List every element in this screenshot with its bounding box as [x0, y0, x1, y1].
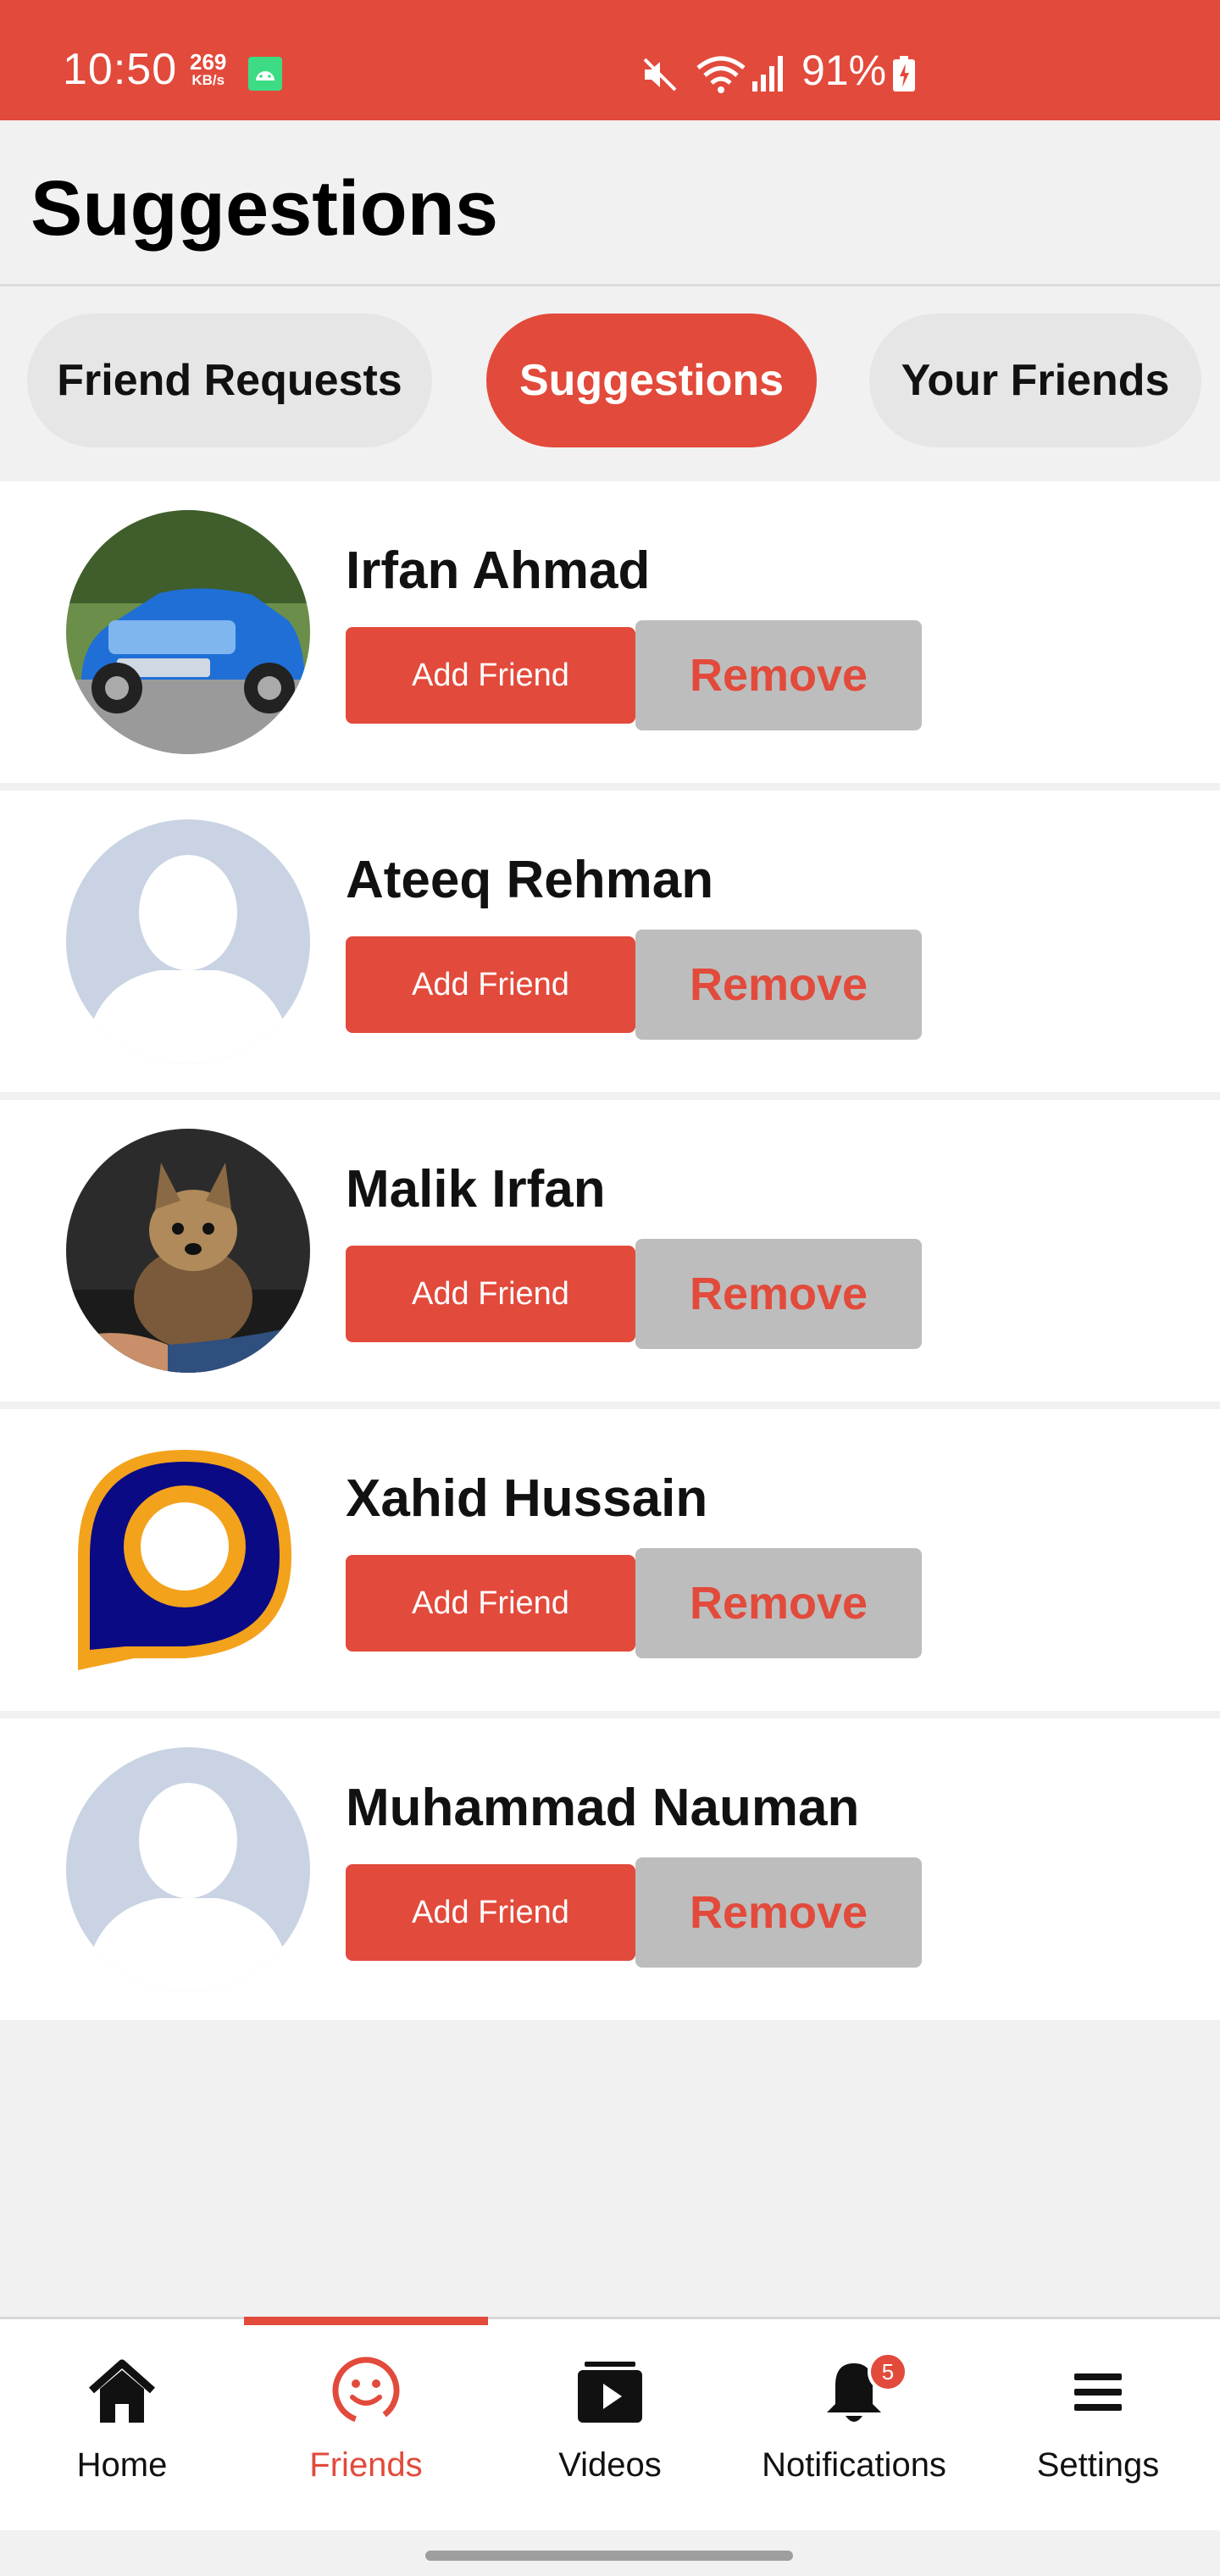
nav-home-label: Home — [76, 2446, 168, 2484]
notification-count-badge: 5 — [868, 2351, 908, 2392]
suggestion-name: Muhammad Nauman — [346, 1779, 860, 1837]
suggestion-card: Malik Irfan Add Friend Remove — [0, 1100, 1220, 1402]
remove-button[interactable]: Remove — [635, 620, 922, 730]
suggestion-card: Ateeq Rehman Add Friend Remove — [0, 791, 1220, 1092]
suggestion-card: Irfan Ahmad Add Friend Remove — [0, 481, 1220, 783]
nav-settings[interactable]: Settings — [976, 2319, 1220, 2533]
network-speed-unit: KB/s — [191, 72, 225, 88]
avatar[interactable] — [66, 819, 310, 1063]
remove-button[interactable]: Remove — [635, 1548, 922, 1658]
home-icon — [89, 2359, 155, 2423]
nav-notifications-label: Notifications — [762, 2446, 946, 2484]
car-photo-image — [66, 510, 310, 754]
suggestion-card: Muhammad Nauman Add Friend Remove — [0, 1718, 1220, 2020]
bottom-navigation: Home Friends Videos 5 Notifications Sett… — [0, 2317, 1220, 2530]
videos-icon — [578, 2362, 642, 2423]
add-friend-button[interactable]: Add Friend — [346, 1864, 635, 1961]
tab-friend-requests[interactable]: Friend Requests — [27, 314, 432, 447]
nav-notifications[interactable]: 5 Notifications — [732, 2319, 976, 2533]
battery-charging-icon — [893, 56, 915, 92]
network-speed-value: 269 — [190, 49, 227, 75]
remove-button[interactable]: Remove — [635, 1239, 922, 1349]
page-title: Suggestions — [30, 165, 499, 252]
suggestion-name: Xahid Hussain — [346, 1469, 708, 1528]
nav-videos[interactable]: Videos — [488, 2319, 732, 2533]
default-person-icon — [66, 819, 310, 1063]
avatar[interactable] — [66, 510, 310, 754]
add-friend-button[interactable]: Add Friend — [346, 1555, 635, 1652]
avatar[interactable] — [66, 1747, 310, 1991]
friends-icon — [332, 2357, 400, 2424]
status-time: 10:50 — [63, 45, 178, 94]
remove-button[interactable]: Remove — [635, 1857, 922, 1968]
tab-suggestions[interactable]: Suggestions — [486, 314, 817, 447]
system-gesture-bar — [0, 2530, 1220, 2576]
remove-button[interactable]: Remove — [635, 930, 922, 1040]
friend-tabs: Friend Requests Suggestions Your Friends — [0, 288, 1220, 480]
add-friend-button[interactable]: Add Friend — [346, 1246, 635, 1342]
battery-percent: 91% — [801, 47, 887, 94]
suggestion-card: Xahid Hussain Add Friend Remove — [0, 1409, 1220, 1711]
home-indicator[interactable] — [425, 2551, 793, 2561]
tab-your-friends[interactable]: Your Friends — [869, 314, 1201, 447]
page-header: Suggestions — [0, 120, 1220, 286]
mute-icon — [643, 58, 677, 92]
p-logo-image — [66, 1438, 310, 1682]
default-person-icon — [66, 1747, 310, 1991]
dog-photo-image — [66, 1129, 310, 1373]
signal-icon — [752, 56, 783, 92]
wifi-icon — [696, 56, 746, 93]
suggestion-name: Ateeq Rehman — [346, 851, 714, 909]
suggestion-name: Irfan Ahmad — [346, 541, 651, 600]
nav-friends[interactable]: Friends — [244, 2319, 488, 2533]
avatar[interactable] — [66, 1438, 310, 1682]
suggestion-name: Malik Irfan — [346, 1160, 606, 1219]
android-debug-icon — [248, 57, 282, 91]
network-speed: 269 KB/s — [190, 51, 226, 87]
avatar[interactable] — [66, 1129, 310, 1373]
nav-videos-label: Videos — [558, 2446, 662, 2484]
menu-icon — [1074, 2373, 1122, 2411]
add-friend-button[interactable]: Add Friend — [346, 936, 635, 1033]
nav-friends-label: Friends — [309, 2446, 423, 2484]
nav-settings-label: Settings — [1036, 2446, 1160, 2484]
nav-home[interactable]: Home — [0, 2319, 244, 2533]
status-bar: 10:50 269 KB/s 91% — [0, 0, 1220, 120]
add-friend-button[interactable]: Add Friend — [346, 627, 635, 724]
